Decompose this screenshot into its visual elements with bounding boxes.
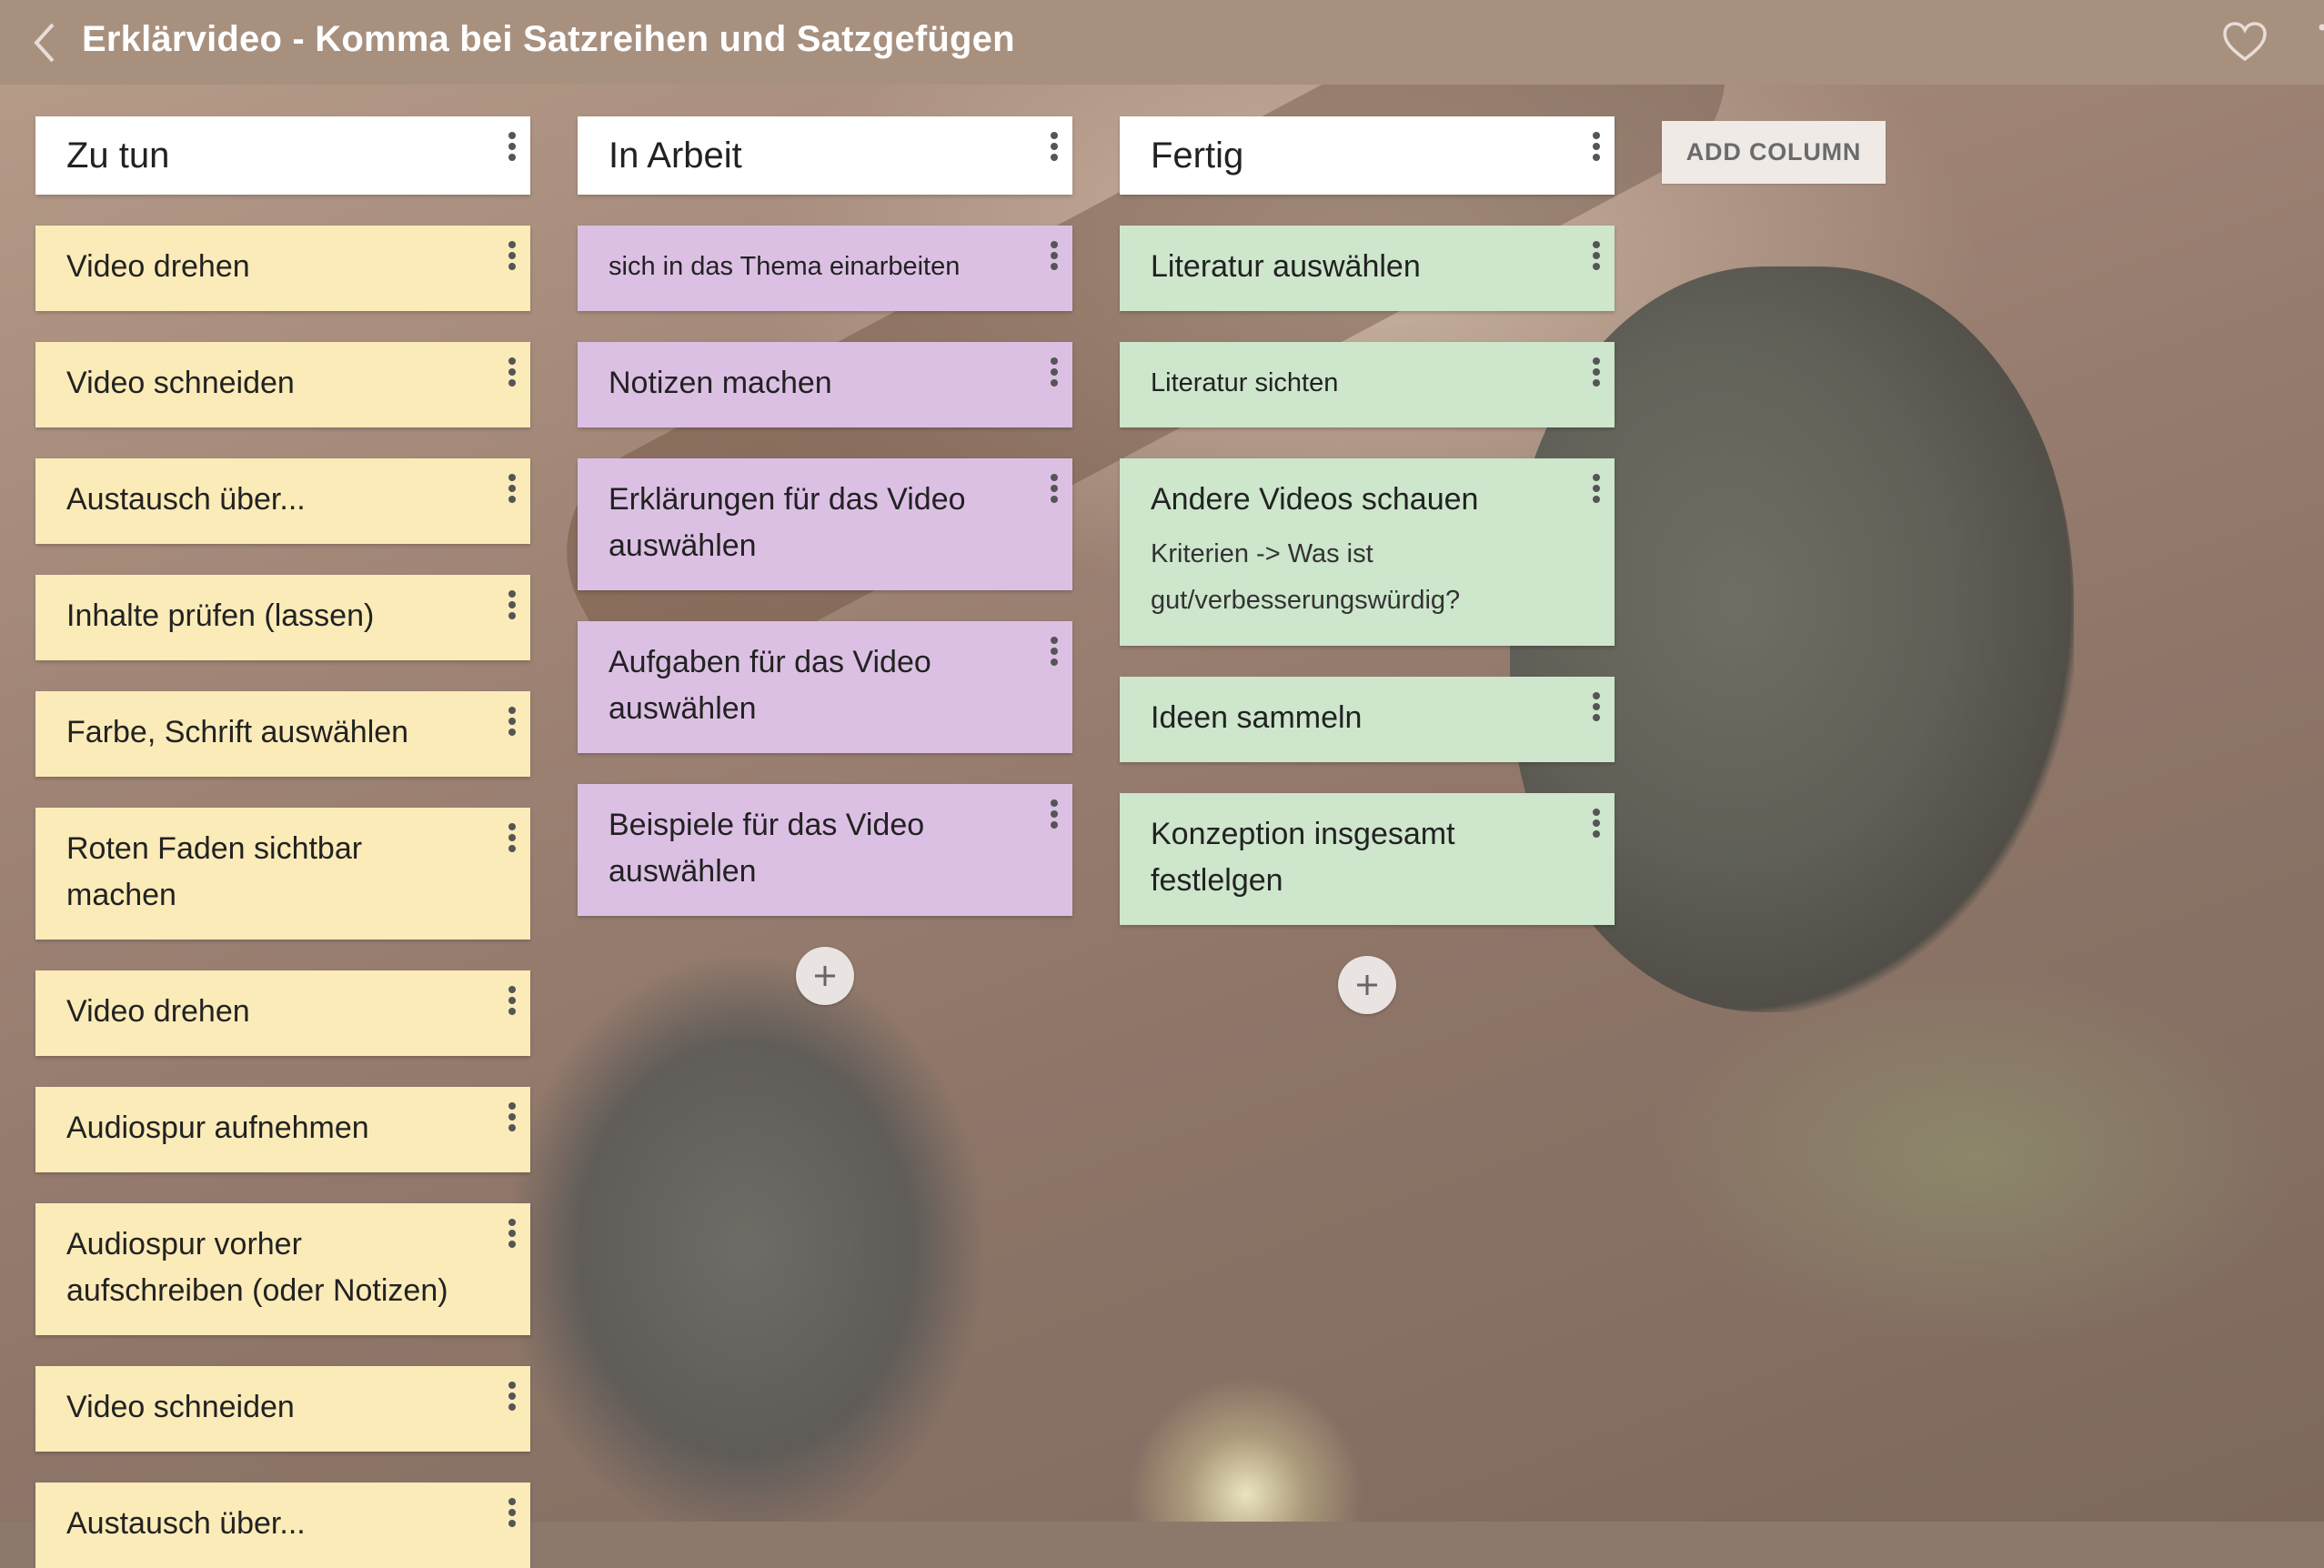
- task-card[interactable]: Andere Videos schauenKriterien -> Was is…: [1120, 458, 1615, 646]
- card-title: Konzeption insgesamt festlelgen: [1151, 793, 1551, 925]
- task-card[interactable]: Beispiele für das Video auswählen: [578, 784, 1072, 916]
- card-title: Inhalte prüfen (lassen): [66, 575, 467, 660]
- more-vert-icon[interactable]: [1587, 688, 1605, 729]
- task-card[interactable]: Video drehen: [35, 226, 530, 311]
- more-vert-icon[interactable]: [1045, 236, 1063, 278]
- card-title: Notizen machen: [609, 342, 1009, 427]
- more-vert-icon[interactable]: [1587, 127, 1605, 169]
- task-card[interactable]: Literatur auswählen: [1120, 226, 1615, 311]
- more-vert-icon[interactable]: [503, 586, 521, 628]
- task-card[interactable]: Roten Faden sichtbar machen: [35, 808, 530, 940]
- background-lens-flare: [1128, 1376, 1364, 1522]
- card-title: Beispiele für das Video auswählen: [609, 784, 1009, 916]
- back-button[interactable]: [20, 15, 75, 70]
- task-card[interactable]: Ideen sammeln: [1120, 677, 1615, 762]
- add-column-button[interactable]: ADD COLUMN: [1662, 121, 1886, 184]
- favorite-button[interactable]: [2219, 16, 2270, 67]
- task-card[interactable]: Erklärungen für das Video auswählen: [578, 458, 1072, 590]
- more-vert-icon[interactable]: [1587, 236, 1605, 278]
- column-todo: Zu tun Video drehen Video schneiden Austaus…: [35, 116, 530, 1568]
- column-header: Fertig: [1120, 116, 1615, 195]
- card-title: Video schneiden: [66, 342, 467, 427]
- task-card[interactable]: Austausch über...: [35, 1483, 530, 1568]
- task-card[interactable]: Notizen machen: [578, 342, 1072, 427]
- card-title: Video drehen: [66, 970, 467, 1056]
- more-vert-icon[interactable]: [503, 981, 521, 1023]
- more-vert-icon[interactable]: [1587, 804, 1605, 846]
- more-vert-icon[interactable]: [1587, 353, 1605, 395]
- task-card[interactable]: Austausch über...: [35, 458, 530, 544]
- more-vert-icon[interactable]: [503, 469, 521, 511]
- column-title[interactable]: Fertig: [1151, 116, 1243, 195]
- card-description: Kriterien -> Was ist gut/verbesserungswü…: [1151, 531, 1551, 646]
- heart-outline-icon: [2219, 16, 2270, 67]
- more-vert-icon[interactable]: [503, 702, 521, 744]
- card-title: Audiospur vorher aufschreiben (oder Noti…: [66, 1203, 467, 1335]
- add-card-button[interactable]: [796, 947, 854, 1005]
- more-vert-icon[interactable]: [503, 127, 521, 169]
- plus-icon: [811, 962, 839, 990]
- more-vert-icon[interactable]: [1045, 795, 1063, 837]
- card-title: sich in das Thema einarbeiten: [609, 226, 1009, 311]
- background-wheel: [509, 958, 982, 1522]
- more-vert-icon[interactable]: [503, 1493, 521, 1535]
- overflow-menu-icon[interactable]: [2312, 18, 2324, 69]
- task-card[interactable]: Audiospur vorher aufschreiben (oder Noti…: [35, 1203, 530, 1335]
- column-title[interactable]: Zu tun: [66, 116, 169, 195]
- board-title: Erklärvideo - Komma bei Satzreihen und S…: [82, 0, 1015, 85]
- more-vert-icon[interactable]: [503, 819, 521, 860]
- column-header: In Arbeit: [578, 116, 1072, 195]
- task-card[interactable]: Konzeption insgesamt festlelgen: [1120, 793, 1615, 925]
- more-vert-icon[interactable]: [1045, 469, 1063, 511]
- task-card[interactable]: Aufgaben für das Video auswählen: [578, 621, 1072, 753]
- card-title: Video schneiden: [66, 1366, 467, 1452]
- task-card[interactable]: Farbe, Schrift auswählen: [35, 691, 530, 777]
- card-title: Farbe, Schrift auswählen: [66, 691, 467, 777]
- more-vert-icon[interactable]: [1587, 469, 1605, 511]
- card-title: Video drehen: [66, 226, 467, 311]
- card-title: Literatur sichten: [1151, 342, 1551, 427]
- task-card[interactable]: Literatur sichten: [1120, 342, 1615, 427]
- card-title: Aufgaben für das Video auswählen: [609, 621, 1009, 753]
- column-title[interactable]: In Arbeit: [609, 116, 742, 195]
- column-done: Fertig Literatur auswählen Literatur sicht…: [1120, 116, 1615, 1014]
- plus-icon: [1353, 971, 1381, 999]
- more-vert-icon[interactable]: [1045, 127, 1063, 169]
- card-title: Erklärungen für das Video auswählen: [609, 458, 1009, 590]
- more-vert-icon[interactable]: [503, 1098, 521, 1140]
- card-title: Literatur auswählen: [1151, 226, 1551, 311]
- column-header: Zu tun: [35, 116, 530, 195]
- task-card[interactable]: Video drehen: [35, 970, 530, 1056]
- add-card-button[interactable]: [1338, 956, 1396, 1014]
- card-title: Roten Faden sichtbar machen: [66, 808, 467, 940]
- task-card[interactable]: Video schneiden: [35, 1366, 530, 1452]
- task-card[interactable]: Inhalte prüfen (lassen): [35, 575, 530, 660]
- card-title: Austausch über...: [66, 458, 467, 544]
- column-in-progress: In Arbeit sich in das Thema einarbeiten No…: [578, 116, 1072, 1005]
- more-vert-icon[interactable]: [1045, 353, 1063, 395]
- card-title: Audiospur aufnehmen: [66, 1087, 467, 1172]
- card-title: Austausch über...: [66, 1483, 467, 1568]
- task-card[interactable]: sich in das Thema einarbeiten: [578, 226, 1072, 311]
- more-vert-icon[interactable]: [503, 236, 521, 278]
- task-card[interactable]: Audiospur aufnehmen: [35, 1087, 530, 1172]
- task-card[interactable]: Video schneiden: [35, 342, 530, 427]
- more-vert-icon[interactable]: [503, 1214, 521, 1256]
- more-vert-icon[interactable]: [1045, 632, 1063, 674]
- card-title: Ideen sammeln: [1151, 677, 1551, 762]
- top-app-bar: Erklärvideo - Komma bei Satzreihen und S…: [0, 0, 2324, 85]
- chevron-left-icon: [20, 15, 75, 70]
- more-vert-icon[interactable]: [503, 1377, 521, 1419]
- more-vert-icon[interactable]: [503, 353, 521, 395]
